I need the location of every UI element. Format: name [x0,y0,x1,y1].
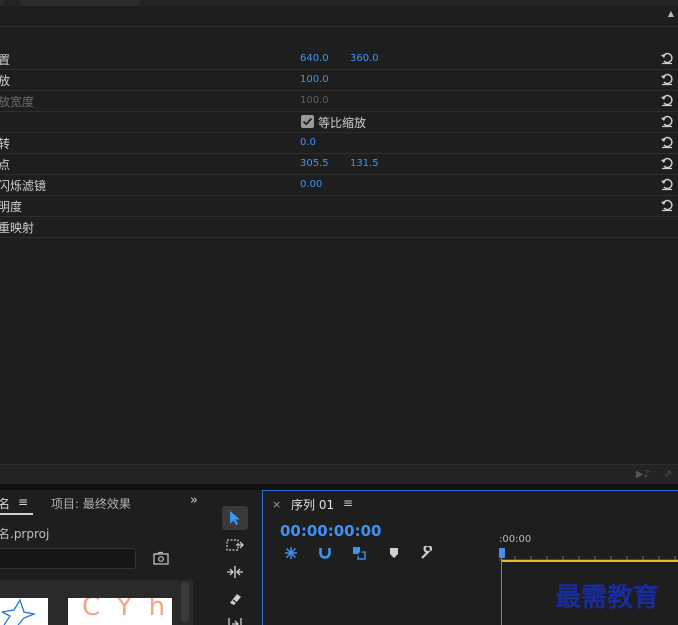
reset-icon[interactable] [660,114,674,128]
property-row-opacity: 明度 [0,195,678,216]
tab-project[interactable]: 项目: 最终效果 [51,495,131,512]
property-row-uniform-scale: 等比缩放 [0,111,678,132]
effects-status-bar: ▶♪ ⇗ [0,464,678,484]
rotation-value[interactable]: 0.0 [300,137,316,148]
playhead-handle[interactable] [499,548,505,558]
track-select-tool[interactable] [222,533,248,557]
reset-icon[interactable] [660,198,674,212]
property-row-rotation: 转 0.0 [0,132,678,153]
position-y-value[interactable]: 360.0 [350,53,379,64]
position-x-value[interactable]: 640.0 [300,53,329,64]
uniform-scale-label: 等比缩放 [318,116,367,130]
track-select-icon [226,539,244,551]
property-label: 闪烁滤镜 [0,179,47,193]
ruler-start-time: :00:00 [499,534,532,545]
uniform-scale-checkbox[interactable] [301,115,314,128]
thumbnail-text: C Y h [82,598,170,622]
selection-tool[interactable] [222,506,248,530]
property-row-position: 置 640.0 360.0 [0,48,678,69]
arrow-pointer-icon [230,511,240,525]
reset-icon[interactable] [660,72,674,86]
panel-tab-strip [0,0,678,6]
property-label: 置 [0,53,11,67]
slip-icon [228,618,242,625]
more-panels-icon[interactable]: » [190,493,198,508]
panel-tab[interactable] [20,0,140,6]
property-label: 明度 [0,200,23,214]
anchor-x-value[interactable]: 305.5 [300,158,329,169]
panel-menu-icon[interactable]: ≡ [18,495,28,509]
reset-icon[interactable] [660,135,674,149]
reset-icon[interactable] [660,156,674,170]
snap-magnet-icon[interactable] [318,546,332,560]
wrench-icon[interactable] [420,546,434,560]
effect-controls-panel: ▲ 置 640.0 360.0 放 100.0 放宽度 100.0 等比缩放 转… [0,0,678,484]
property-label: 点 [0,158,11,172]
panel-tab[interactable] [0,0,4,6]
work-area-bar[interactable] [501,560,678,562]
close-tab-icon[interactable]: × [272,498,281,511]
property-label: 重映射 [0,221,35,235]
property-label: 放 [0,74,11,88]
property-row-scale: 放 100.0 [0,69,678,90]
timeline-panel: × 序列 01 ≡ 00:00:00:00 :00:00 最需教育 [262,490,678,625]
export-frame-icon[interactable]: ⇗ [664,469,672,480]
reset-icon[interactable] [660,177,674,191]
thumbnail-scrollbar[interactable] [181,582,189,622]
search-input[interactable] [0,548,136,569]
sequence-tab[interactable]: 序列 01 [291,496,334,513]
project-panel: 名 ≡ 项目: 最终效果 » 名.prproj C Y h [0,490,210,625]
nest-sequence-icon[interactable] [284,546,298,560]
panel-menu-icon[interactable]: ≡ [343,496,353,510]
scale-width-value: 100.0 [300,95,329,106]
media-thumbnail[interactable]: C Y h [68,598,172,625]
property-row-anchor-point: 点 305.5 131.5 [0,153,678,174]
scale-value[interactable]: 100.0 [300,74,329,85]
playhead-timecode[interactable]: 00:00:00:00 [280,522,382,540]
reset-icon[interactable] [660,51,674,65]
ripple-edit-icon [227,566,243,578]
active-tab-indicator [0,513,33,515]
project-filename: 名.prproj [0,527,50,541]
watermark-text: 最需教育 [555,583,660,613]
linked-selection-icon[interactable] [352,546,366,560]
property-row-scale-width: 放宽度 100.0 [0,90,678,111]
anchor-y-value[interactable]: 131.5 [350,158,379,169]
add-marker-icon[interactable] [387,546,401,560]
razor-icon [230,594,241,605]
checkmark-icon [302,117,313,126]
razor-tool[interactable] [222,587,248,611]
tools-panel [210,490,260,625]
new-bin-icon[interactable] [153,551,169,565]
property-label: 转 [0,137,11,151]
property-label: 放宽度 [0,95,35,109]
media-thumbnail[interactable] [0,598,48,625]
ripple-edit-tool[interactable] [222,560,248,584]
slip-tool[interactable] [222,611,248,625]
property-row-time-remapping: 重映射 [0,216,678,237]
play-audio-icon[interactable]: ▶♪ [636,469,650,480]
star-sketch-icon [1,598,37,625]
anti-flicker-value[interactable]: 0.00 [300,179,322,190]
playhead-line [501,558,502,625]
reset-icon[interactable] [660,93,674,107]
property-row-anti-flicker: 闪烁滤镜 0.00 [0,174,678,195]
tab-name[interactable]: 名 [0,495,10,512]
scroll-up-icon[interactable]: ▲ [668,9,674,18]
